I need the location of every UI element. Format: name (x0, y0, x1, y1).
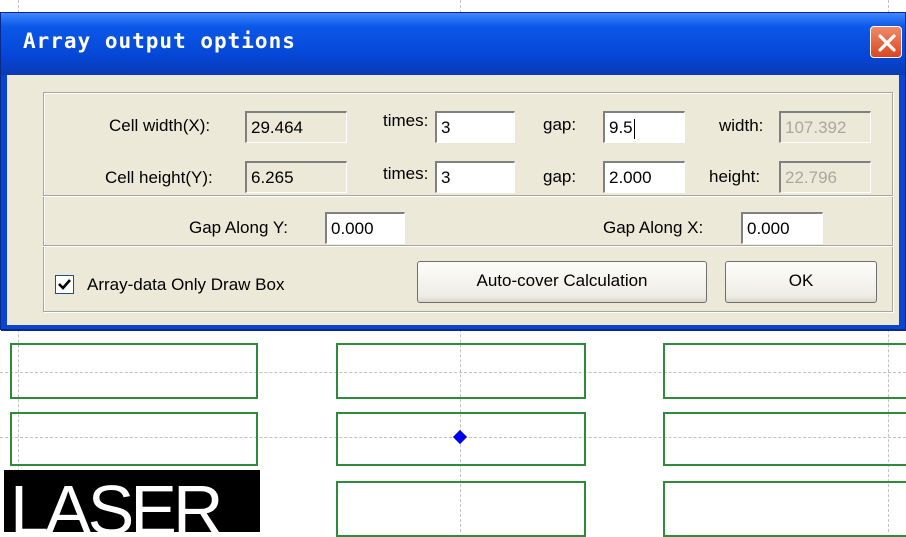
array-cell (10, 343, 258, 399)
gap-along-y-input[interactable]: 0.000 (325, 212, 405, 244)
text-caret (633, 118, 635, 139)
gap-x-value: 9.5 (609, 118, 633, 137)
array-output-options-dialog: Array output options Cell width(X): 29.4… (0, 12, 906, 331)
array-cell (663, 412, 906, 466)
total-width-field: 107.392 (779, 111, 871, 143)
dialog-border (1, 329, 906, 331)
array-cell (663, 343, 906, 399)
gap-y-input[interactable]: 2.000 (603, 161, 685, 193)
cell-width-label: Cell width(X): (109, 116, 211, 135)
array-cell (336, 343, 586, 399)
separator (43, 195, 893, 197)
auto-cover-calculation-button[interactable]: Auto-cover Calculation (417, 261, 707, 303)
dialog-title: Array output options (23, 29, 296, 53)
checkmark-icon (58, 279, 71, 290)
times-x-label: times: (383, 111, 429, 130)
gap-x-label: gap: (543, 115, 577, 134)
gap-y-label: gap: (543, 167, 577, 186)
array-cell (663, 481, 906, 537)
gap-along-y-label: Gap Along Y: (189, 218, 288, 237)
array-cell (336, 481, 586, 537)
ok-button[interactable]: OK (725, 261, 877, 303)
close-button[interactable] (870, 26, 902, 58)
width-label: width: (719, 116, 764, 135)
draw-box-label[interactable]: Array-data Only Draw Box (87, 275, 284, 295)
times-y-input[interactable]: 3 (435, 161, 515, 193)
array-cell (10, 412, 258, 466)
height-label: height: (709, 167, 761, 186)
gap-x-input[interactable]: 9.5 (603, 111, 685, 143)
times-y-label: times: (383, 164, 429, 183)
gap-along-x-input[interactable]: 0.000 (741, 212, 823, 244)
close-icon (878, 34, 896, 52)
laser-text-object[interactable]: LASER (4, 470, 260, 532)
dialog-client-area: Cell width(X): 29.464 times: 3 gap: 9.5 … (7, 75, 899, 325)
times-x-input[interactable]: 3 (435, 111, 515, 143)
total-height-field: 22.796 (779, 161, 871, 193)
gap-along-x-label: Gap Along X: (603, 218, 704, 237)
cell-height-field: 6.265 (245, 161, 347, 193)
separator (43, 245, 893, 247)
cell-width-field: 29.464 (245, 111, 347, 143)
cell-height-label: Cell height(Y): (105, 168, 213, 187)
title-bar[interactable]: Array output options (1, 13, 905, 75)
draw-box-checkbox[interactable] (55, 275, 74, 294)
